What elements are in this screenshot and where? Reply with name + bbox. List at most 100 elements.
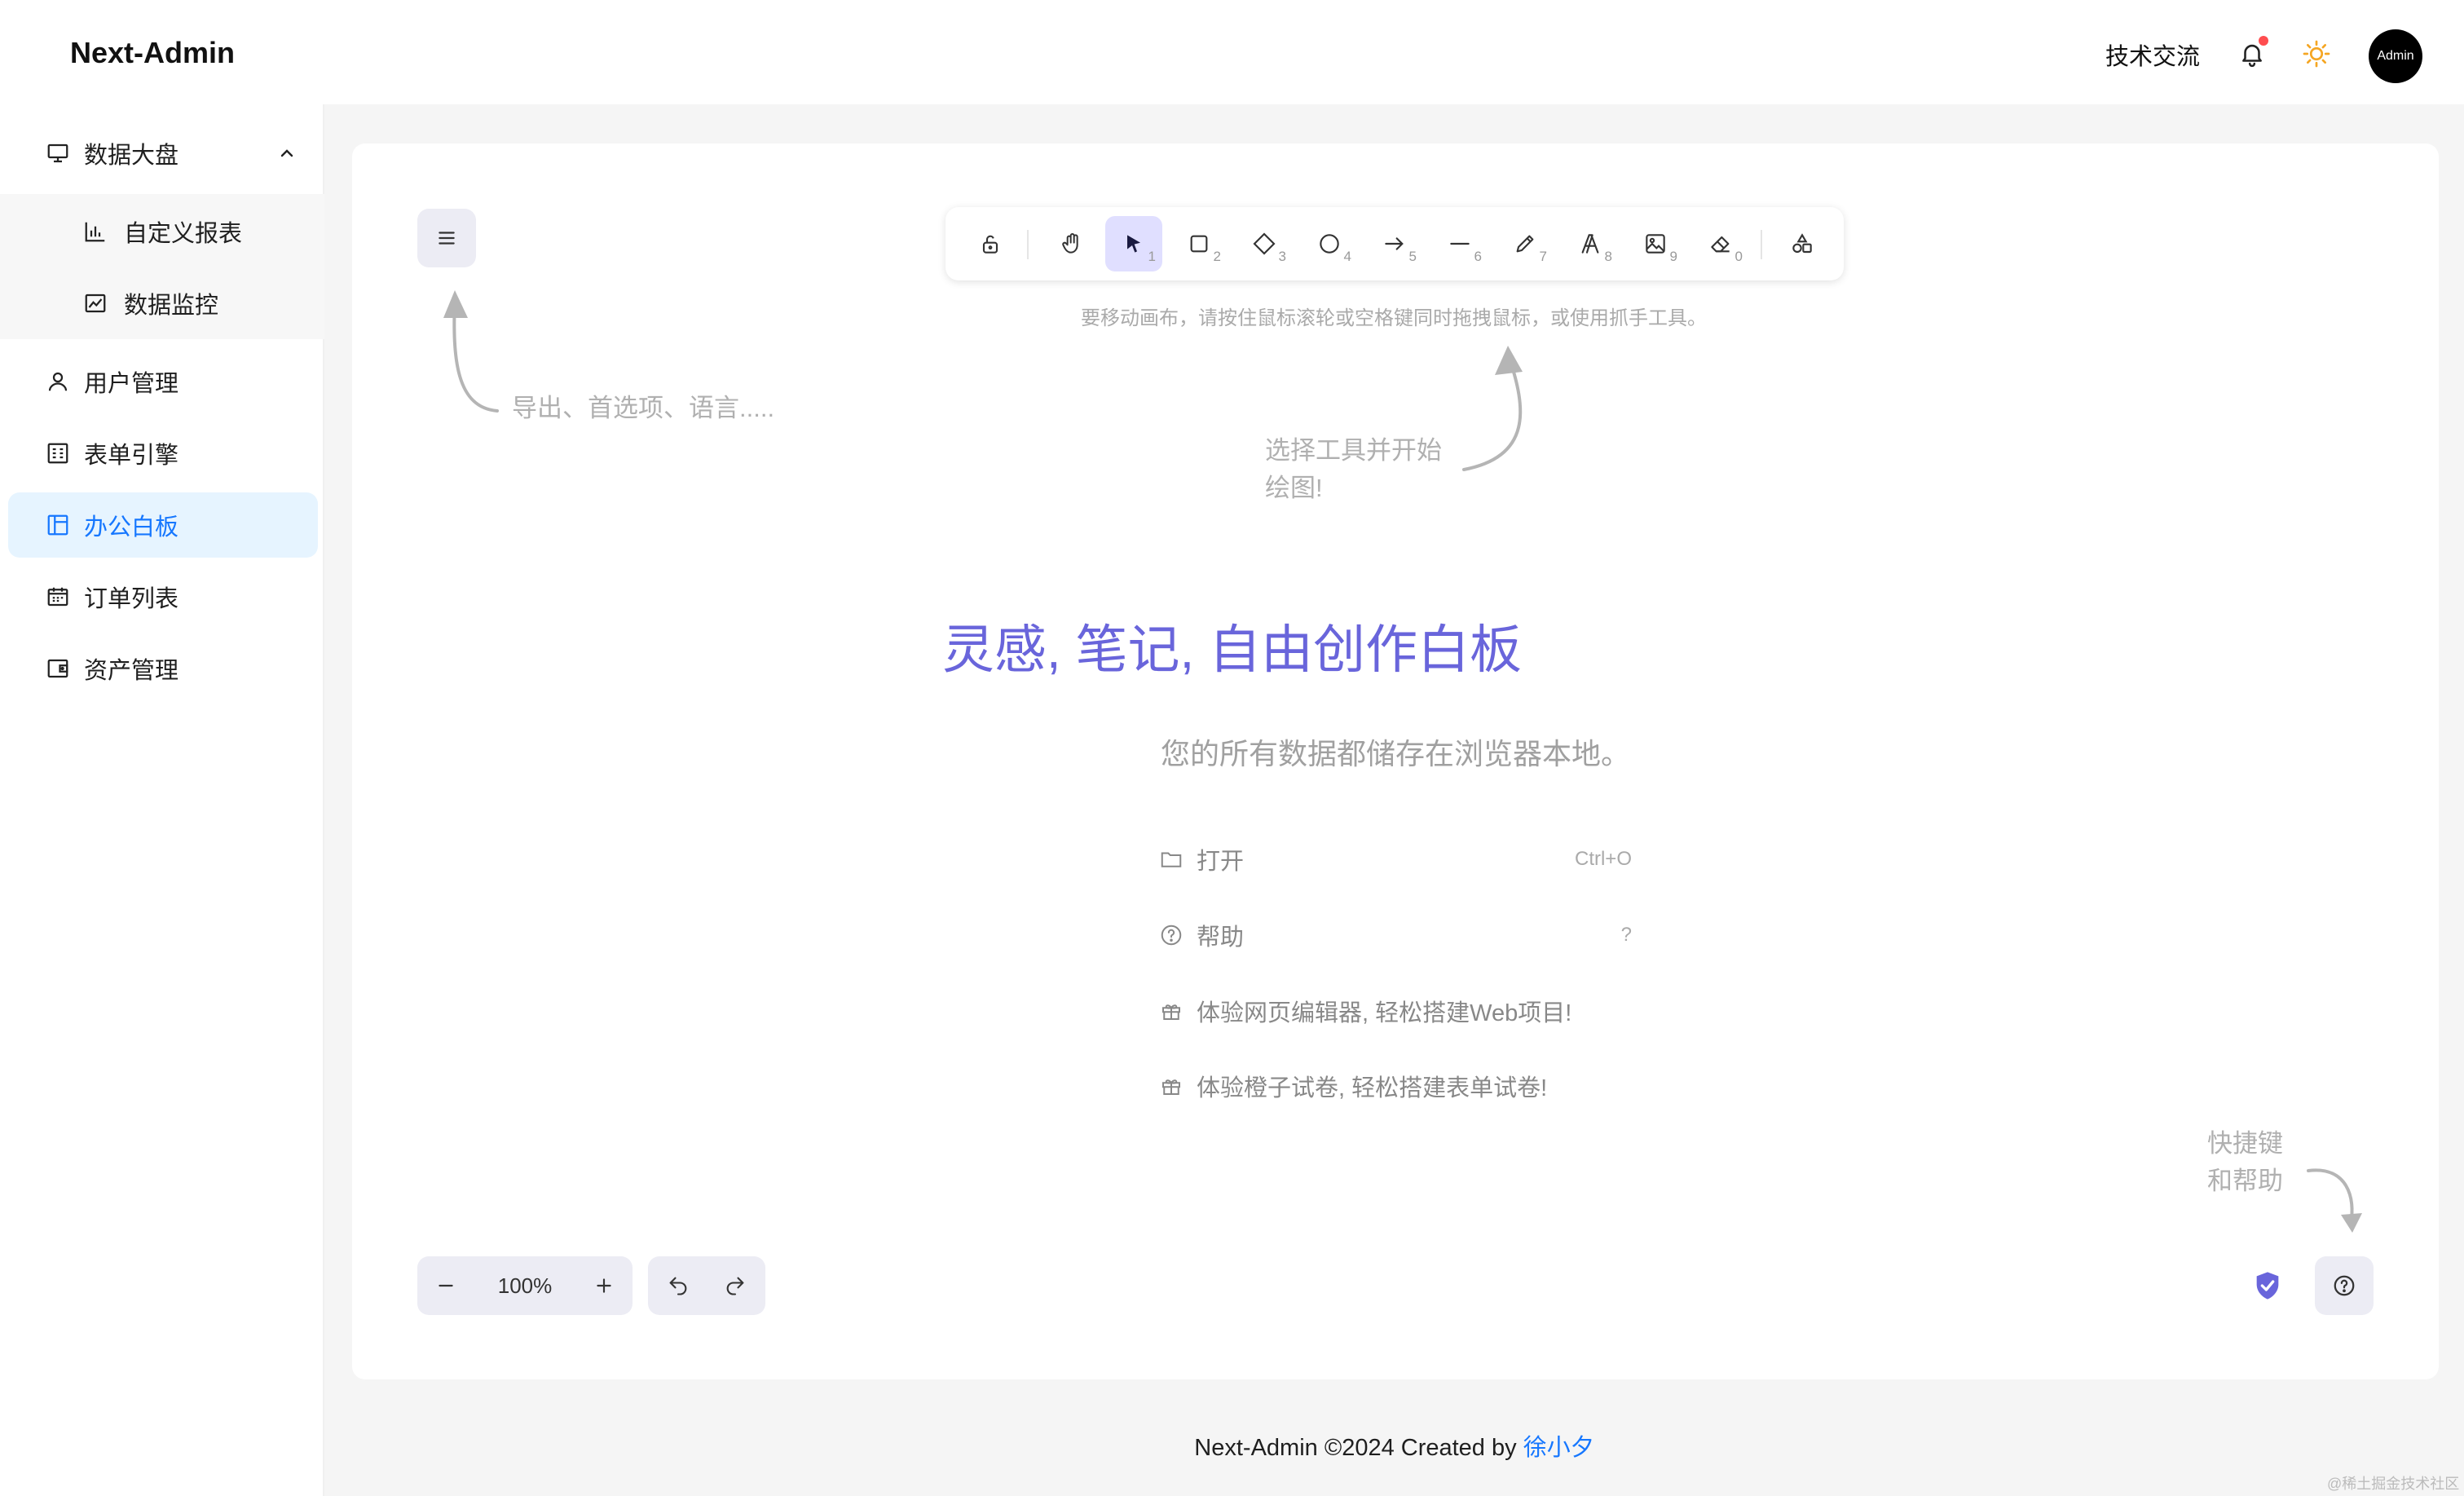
selection-tool[interactable]: 1 xyxy=(1105,216,1162,271)
shortcut-number: 8 xyxy=(1604,249,1612,264)
form-icon xyxy=(47,443,68,464)
help-hint-line-2: 和帮助 xyxy=(2207,1167,2283,1195)
gift-icon xyxy=(1162,1004,1180,1020)
help-menu-item[interactable]: 帮助 ? xyxy=(1159,915,1632,955)
unlock-icon xyxy=(982,235,998,254)
sidebar-item-form-engine[interactable]: 表单引擎 xyxy=(8,421,318,486)
sidebar-item-users[interactable]: 用户管理 xyxy=(8,349,318,414)
library-tool[interactable] xyxy=(1774,216,1831,271)
rectangle-tool[interactable]: 2 xyxy=(1170,216,1228,271)
help-hint-line-1: 快捷键 xyxy=(2207,1129,2283,1158)
lock-tool[interactable] xyxy=(962,216,1019,271)
whiteboard-toolbar: 1 2 3 4 5 6 7 8 9 0 xyxy=(945,207,1844,280)
folder-icon xyxy=(1161,852,1182,867)
hand-tool[interactable] xyxy=(1043,216,1100,271)
toolbar-separator xyxy=(1027,230,1029,259)
diamond-tool[interactable]: 3 xyxy=(1236,216,1293,271)
menu-hint: 导出、首选项、语言..... xyxy=(512,394,775,422)
tool-hint-line-1: 选择工具并开始 xyxy=(1265,436,1442,465)
welcome-subtitle: 您的所有数据都储存在浏览器本地。 xyxy=(1161,737,1631,770)
rectangle-icon xyxy=(1190,235,1208,253)
shortcut-number: 2 xyxy=(1213,249,1221,264)
layout-icon xyxy=(47,514,68,536)
arrow-right-icon xyxy=(1385,237,1404,250)
hand-icon xyxy=(1062,233,1078,254)
web-editor-menu-item[interactable]: 体验网页编辑器, 轻松搭建Web项目! xyxy=(1159,991,1632,1031)
zoom-level[interactable]: 100% xyxy=(474,1256,575,1315)
main-menu-button[interactable] xyxy=(417,209,476,267)
app-logo[interactable]: Next-Admin xyxy=(70,36,235,70)
shortcut-number: 0 xyxy=(1734,249,1743,264)
shapes-icon xyxy=(1792,233,1812,254)
zoom-controls: 100% xyxy=(417,1256,633,1315)
author-link[interactable]: 徐小夕 xyxy=(1523,1435,1594,1461)
sun-icon[interactable] xyxy=(2302,39,2331,68)
menu-item-label: 体验网页编辑器, 轻松搭建Web项目! xyxy=(1197,1000,1572,1026)
line-icon xyxy=(1450,242,1470,245)
bar-chart-icon xyxy=(85,222,105,242)
sidebar-item-whiteboard[interactable]: 办公白板 xyxy=(8,492,318,558)
sidebar-item-custom-report[interactable]: 自定义报表 xyxy=(8,199,318,264)
line-chart-icon xyxy=(85,293,106,313)
text-icon xyxy=(1581,234,1599,254)
tool-hint-line-2: 绘图! xyxy=(1265,474,1323,502)
line-tool[interactable]: 6 xyxy=(1431,216,1488,271)
user-icon xyxy=(48,372,68,391)
shortcut-number: 5 xyxy=(1408,249,1417,264)
sidebar-item-dashboard[interactable]: 数据大盘 xyxy=(8,121,318,186)
eraser-tool[interactable]: 0 xyxy=(1692,216,1749,271)
plus-icon xyxy=(597,1278,611,1293)
shortcut-number: 7 xyxy=(1539,249,1547,264)
undo-icon xyxy=(669,1277,687,1295)
pencil-icon xyxy=(1516,235,1534,253)
menu-item-label: 体验橙子试卷, 轻松搭建表单试卷! xyxy=(1197,1075,1548,1101)
chevron-up-icon[interactable] xyxy=(277,143,297,163)
text-tool[interactable]: 8 xyxy=(1562,216,1619,271)
menu-item-shortcut: ? xyxy=(1620,924,1632,946)
diamond-icon xyxy=(1253,232,1276,255)
sidebar-item-label: 办公白板 xyxy=(84,514,179,541)
redo-button[interactable] xyxy=(707,1256,764,1315)
monitor-icon xyxy=(47,143,68,163)
help-button[interactable] xyxy=(2315,1256,2374,1315)
menu-item-label: 帮助 xyxy=(1197,925,1245,951)
sidebar-item-label: 用户管理 xyxy=(84,371,179,397)
footer-text: Next-Admin ©2024 Created by xyxy=(1194,1435,1523,1461)
gift-icon xyxy=(1162,1079,1180,1095)
sidebar-item-data-monitor[interactable]: 数据监控 xyxy=(8,271,318,336)
zoom-in-button[interactable] xyxy=(575,1256,633,1315)
undo-button[interactable] xyxy=(650,1256,707,1315)
menu-item-shortcut: Ctrl+O xyxy=(1574,848,1632,870)
shortcut-number: 9 xyxy=(1669,249,1677,264)
menu-item-label: 打开 xyxy=(1197,849,1245,875)
watermark: @稀土掘金技术社区 xyxy=(2327,1476,2460,1492)
calendar-icon xyxy=(47,587,68,607)
toolbar-separator xyxy=(1761,230,1762,259)
welcome-title-text: 灵感, 笔记, 自由创作白板 xyxy=(941,620,1523,679)
top-header: Next-Admin 技术交流 Admin xyxy=(0,0,2464,104)
welcome-title: 灵感, 笔记, 自由创作白板 xyxy=(0,608,2464,683)
pencil-tool[interactable]: 7 xyxy=(1496,216,1554,271)
sidebar-item-label: 数据大盘 xyxy=(84,143,179,169)
shield-check-icon[interactable] xyxy=(2251,1269,2284,1303)
sidebar-item-label: 表单引擎 xyxy=(84,443,179,469)
eraser-icon xyxy=(1711,236,1730,253)
avatar[interactable]: Admin xyxy=(2369,29,2422,83)
ellipse-tool[interactable]: 4 xyxy=(1301,216,1358,271)
zoom-out-button[interactable] xyxy=(417,1256,474,1315)
image-icon xyxy=(1646,234,1665,254)
redo-icon xyxy=(726,1277,744,1295)
form-survey-menu-item[interactable]: 体验橙子试卷, 轻松搭建表单试卷! xyxy=(1159,1066,1632,1106)
pan-hint: 要移动画布，请按住鼠标滚轮或空格键同时拖拽鼠标，或使用抓手工具。 xyxy=(1081,307,1707,329)
circle-icon xyxy=(1320,234,1339,254)
help-circle-icon xyxy=(1161,925,1182,946)
image-tool[interactable]: 9 xyxy=(1627,216,1684,271)
sidebar-item-label: 数据监控 xyxy=(124,293,219,319)
shortcut-number: 3 xyxy=(1278,249,1286,264)
sidebar-item-label: 自定义报表 xyxy=(124,221,243,247)
tech-exchange-link[interactable]: 技术交流 xyxy=(2105,38,2200,72)
minus-icon xyxy=(439,1284,453,1287)
open-menu-item[interactable]: 打开 Ctrl+O xyxy=(1159,839,1632,880)
history-controls xyxy=(648,1256,765,1315)
arrow-tool[interactable]: 5 xyxy=(1366,216,1423,271)
